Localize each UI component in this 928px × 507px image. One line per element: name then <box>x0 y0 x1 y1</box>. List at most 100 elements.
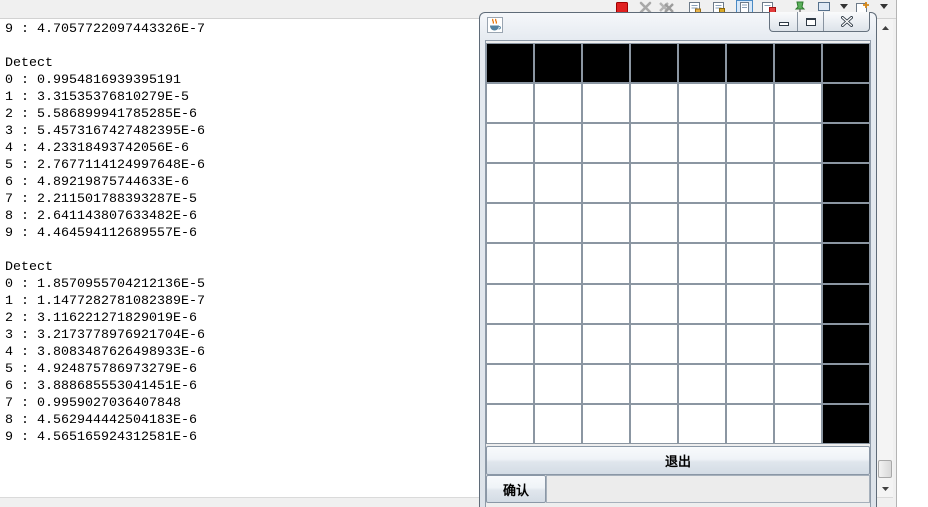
grid-cell-r6-c6[interactable] <box>774 283 822 324</box>
grid-cell-r3-c0[interactable] <box>486 163 534 204</box>
chevron-down-icon[interactable] <box>880 4 888 9</box>
grid-cell-r4-c1[interactable] <box>534 203 582 244</box>
grid-cell-r7-c6[interactable] <box>774 323 822 364</box>
grid-cell-r5-c3[interactable] <box>630 243 678 284</box>
grid-cell-r0-c0[interactable] <box>486 43 534 84</box>
grid-cell-r0-c5[interactable] <box>726 43 774 84</box>
window-controls <box>769 12 870 32</box>
grid-cell-r4-c4[interactable] <box>678 203 726 244</box>
app-window: 退出 确认 <box>479 12 877 507</box>
grid-cell-r1-c4[interactable] <box>678 83 726 124</box>
grid-cell-r2-c2[interactable] <box>582 123 630 164</box>
result-field[interactable] <box>546 475 870 503</box>
java-icon[interactable] <box>487 17 503 33</box>
grid-cell-r8-c7[interactable] <box>822 363 870 404</box>
grid-cell-r9-c0[interactable] <box>486 403 534 444</box>
scroll-down-button[interactable] <box>877 480 893 497</box>
grid-cell-r3-c1[interactable] <box>534 163 582 204</box>
grid-cell-r3-c5[interactable] <box>726 163 774 204</box>
grid-cell-r2-c1[interactable] <box>534 123 582 164</box>
grid-cell-r6-c3[interactable] <box>630 283 678 324</box>
close-icon <box>840 16 853 27</box>
grid-cell-r9-c2[interactable] <box>582 403 630 444</box>
grid-cell-r1-c7[interactable] <box>822 83 870 124</box>
grid-cell-r6-c1[interactable] <box>534 283 582 324</box>
close-button[interactable] <box>824 12 869 31</box>
grid-cell-r1-c3[interactable] <box>630 83 678 124</box>
grid-cell-r8-c3[interactable] <box>630 363 678 404</box>
grid-cell-r9-c7[interactable] <box>822 403 870 444</box>
grid-cell-r2-c4[interactable] <box>678 123 726 164</box>
grid-cell-r9-c6[interactable] <box>774 403 822 444</box>
grid-cell-r4-c5[interactable] <box>726 203 774 244</box>
grid-cell-r7-c1[interactable] <box>534 323 582 364</box>
scroll-up-button[interactable] <box>877 19 893 36</box>
grid-cell-r5-c2[interactable] <box>582 243 630 284</box>
grid-cell-r4-c2[interactable] <box>582 203 630 244</box>
grid-cell-r8-c4[interactable] <box>678 363 726 404</box>
grid-cell-r5-c1[interactable] <box>534 243 582 284</box>
grid-cell-r0-c1[interactable] <box>534 43 582 84</box>
grid-cell-r7-c2[interactable] <box>582 323 630 364</box>
grid-cell-r2-c5[interactable] <box>726 123 774 164</box>
grid-cell-r3-c2[interactable] <box>582 163 630 204</box>
grid-cell-r4-c0[interactable] <box>486 203 534 244</box>
grid-cell-r3-c7[interactable] <box>822 163 870 204</box>
chevron-down-icon[interactable] <box>840 4 848 9</box>
grid-cell-r0-c7[interactable] <box>822 43 870 84</box>
grid-cell-r3-c3[interactable] <box>630 163 678 204</box>
grid-cell-r7-c7[interactable] <box>822 323 870 364</box>
grid-cell-r1-c0[interactable] <box>486 83 534 124</box>
grid-cell-r2-c0[interactable] <box>486 123 534 164</box>
grid-cell-r6-c7[interactable] <box>822 283 870 324</box>
grid-cell-r0-c2[interactable] <box>582 43 630 84</box>
confirm-button[interactable]: 确认 <box>486 475 546 503</box>
grid-cell-r1-c1[interactable] <box>534 83 582 124</box>
grid-cell-r6-c4[interactable] <box>678 283 726 324</box>
grid-cell-r8-c2[interactable] <box>582 363 630 404</box>
grid-cell-r9-c4[interactable] <box>678 403 726 444</box>
drawing-grid <box>486 43 870 444</box>
grid-cell-r6-c0[interactable] <box>486 283 534 324</box>
grid-cell-r4-c6[interactable] <box>774 203 822 244</box>
grid-cell-r4-c3[interactable] <box>630 203 678 244</box>
grid-cell-r7-c0[interactable] <box>486 323 534 364</box>
grid-cell-r9-c3[interactable] <box>630 403 678 444</box>
grid-cell-r6-c2[interactable] <box>582 283 630 324</box>
grid-cell-r5-c6[interactable] <box>774 243 822 284</box>
grid-cell-r6-c5[interactable] <box>726 283 774 324</box>
grid-cell-r8-c1[interactable] <box>534 363 582 404</box>
grid-cell-r1-c5[interactable] <box>726 83 774 124</box>
grid-cell-r7-c5[interactable] <box>726 323 774 364</box>
grid-cell-r2-c3[interactable] <box>630 123 678 164</box>
grid-cell-r4-c7[interactable] <box>822 203 870 244</box>
minimize-icon <box>778 22 789 26</box>
maximize-button[interactable] <box>798 12 824 31</box>
grid-cell-r9-c1[interactable] <box>534 403 582 444</box>
exit-button[interactable]: 退出 <box>486 446 870 475</box>
grid-cell-r2-c6[interactable] <box>774 123 822 164</box>
grid-cell-r7-c3[interactable] <box>630 323 678 364</box>
grid-cell-r5-c7[interactable] <box>822 243 870 284</box>
right-panel-edge <box>896 0 928 507</box>
vertical-scrollbar[interactable] <box>876 19 893 497</box>
scrollbar-thumb[interactable] <box>878 460 892 478</box>
grid-cell-r0-c6[interactable] <box>774 43 822 84</box>
grid-cell-r5-c4[interactable] <box>678 243 726 284</box>
grid-cell-r5-c0[interactable] <box>486 243 534 284</box>
grid-cell-r9-c5[interactable] <box>726 403 774 444</box>
grid-cell-r8-c6[interactable] <box>774 363 822 404</box>
grid-cell-r0-c3[interactable] <box>630 43 678 84</box>
grid-cell-r7-c4[interactable] <box>678 323 726 364</box>
grid-cell-r0-c4[interactable] <box>678 43 726 84</box>
grid-cell-r5-c5[interactable] <box>726 243 774 284</box>
minimize-button[interactable] <box>770 12 798 31</box>
grid-cell-r1-c2[interactable] <box>582 83 630 124</box>
grid-cell-r3-c4[interactable] <box>678 163 726 204</box>
grid-cell-r1-c6[interactable] <box>774 83 822 124</box>
grid-cell-r3-c6[interactable] <box>774 163 822 204</box>
grid-cell-r8-c0[interactable] <box>486 363 534 404</box>
grid-cell-r2-c7[interactable] <box>822 123 870 164</box>
chevron-up-icon <box>881 25 889 30</box>
grid-cell-r8-c5[interactable] <box>726 363 774 404</box>
